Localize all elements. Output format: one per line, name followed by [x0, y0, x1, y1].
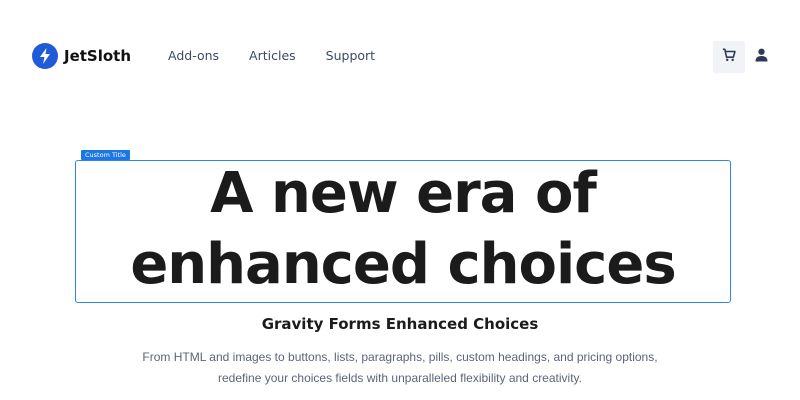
bolt-logo-icon: [32, 43, 58, 69]
hero-description: From HTML and images to buttons, lists, …: [142, 350, 658, 385]
user-icon: [754, 48, 768, 67]
page: JetSloth Add-ons Articles Support Custom…: [0, 0, 800, 400]
site-header: JetSloth Add-ons Articles Support: [0, 0, 800, 110]
logo-link[interactable]: JetSloth: [32, 43, 131, 69]
cart-icon: [722, 48, 736, 67]
main-nav: Add-ons Articles Support: [168, 48, 375, 63]
hero-title: A new era of enhanced choices: [130, 161, 676, 297]
brand-name: JetSloth: [64, 47, 132, 65]
hero-subtitle: Gravity Forms Enhanced Choices: [261, 315, 539, 333]
account-button[interactable]: [752, 46, 770, 68]
cart-button[interactable]: [713, 41, 745, 73]
nav-item-support[interactable]: Support: [326, 48, 375, 63]
nav-item-articles[interactable]: Articles: [249, 48, 296, 63]
nav-item-add-ons[interactable]: Add-ons: [168, 48, 219, 63]
